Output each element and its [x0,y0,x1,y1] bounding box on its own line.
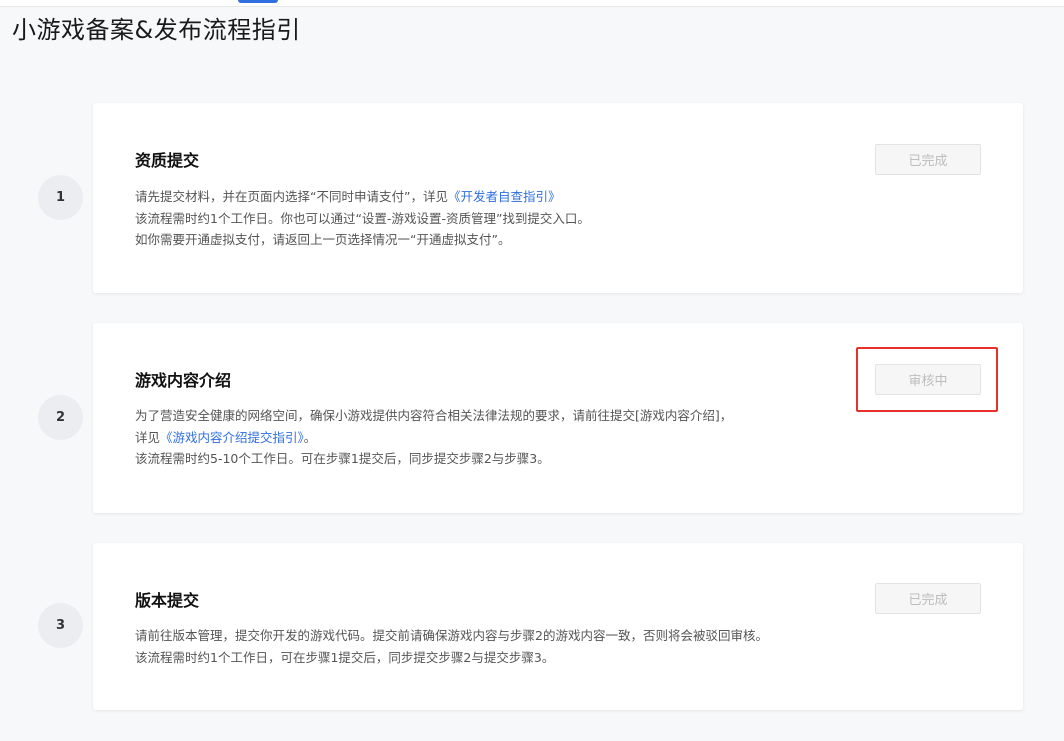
description-line: 该流程需时约1个工作日，可在步骤1提交后，同步提交步骤2与提交步骤3。 [135,649,555,665]
description-line: 该流程需时约5-10个工作日。可在步骤1提交后，同步提交步骤2与步骤3。 [135,451,550,466]
description-line: 请前往版本管理，提交你开发的游戏代码。提交前请确保游戏内容与步骤2的游戏内容一致… [135,628,768,643]
step-card-qualification: 资质提交 请先提交材料，并在页面内选择“不同时申请支付”，详见《开发者自查指引》… [93,103,1023,293]
step-card-version-submit: 版本提交 请前往版本管理，提交你开发的游戏代码。提交前请确保游戏内容与步骤2的游… [93,543,1023,710]
step-number-badge: 2 [38,395,83,440]
step-title: 版本提交 [135,591,200,610]
step-number-badge: 3 [38,603,83,648]
description-line: 请先提交材料，并在页面内选择“不同时申请支付”，详见《开发者自查指引》 [135,186,590,208]
description-text: 详见 [135,429,161,445]
step-title: 游戏内容介绍 [135,371,232,390]
top-nav-bar [0,0,1064,7]
description-line: 该流程需时约1个工作日。你也可以通过“设置-游戏设置-资质管理”找到提交入口。 [135,210,590,226]
active-tab-indicator [238,0,278,3]
step-title: 资质提交 [135,151,200,170]
step-description: 为了营造安全健康的网络空间，确保小游戏提供内容符合相关法律法规的要求，请前往提交… [135,405,732,470]
description-line: 如你需要开通虚拟支付，请返回上一页选择情况一“开通虚拟支付”。 [135,232,511,247]
developer-self-check-guide-link[interactable]: 《开发者自查指引》 [448,189,561,204]
status-button-completed[interactable]: 已完成 [875,583,981,614]
description-line: 为了营造安全健康的网络空间，确保小游戏提供内容符合相关法律法规的要求，请前往提交… [135,408,733,423]
step-card-game-content: 游戏内容介绍 为了营造安全健康的网络空间，确保小游戏提供内容符合相关法律法规的要… [93,323,1023,513]
page-title: 小游戏备案&发布流程指引 [12,16,301,44]
status-button-completed[interactable]: 已完成 [875,144,981,175]
status-button-under-review[interactable]: 审核中 [875,364,981,395]
step-description: 请前往版本管理，提交你开发的游戏代码。提交前请确保游戏内容与步骤2的游戏内容一致… [135,625,768,668]
description-text: 。 [303,429,317,445]
game-content-guide-link[interactable]: 《游戏内容介绍提交指引》 [160,430,304,445]
step-number-badge: 1 [38,175,83,220]
step-description: 请先提交材料，并在页面内选择“不同时申请支付”，详见《开发者自查指引》 该流程需… [135,186,590,251]
description-line: 详见《游戏内容介绍提交指引》。 [135,427,732,449]
description-text: 请先提交材料，并在页面内选择“不同时申请支付”，详见 [135,189,448,204]
